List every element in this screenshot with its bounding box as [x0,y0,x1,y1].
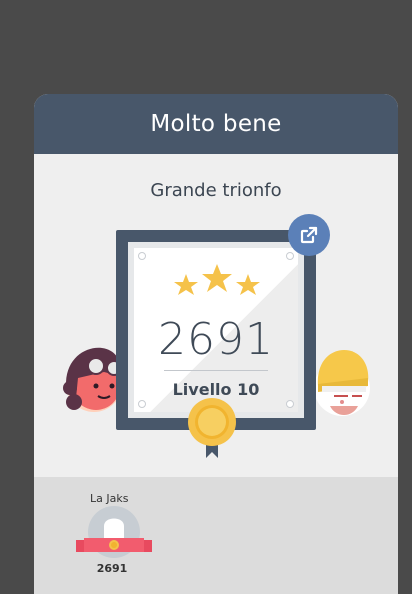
character-left-icon [63,347,122,412]
share-button[interactable] [288,214,330,256]
subtitle: Grande trionfo [150,180,282,201]
corner-dot [286,252,294,260]
trophy-paper: 2691 Livello 10 [134,248,298,412]
player-name: La Jaks [90,492,129,505]
card-header: Molto bene [34,94,398,154]
header-title: Molto bene [150,111,282,137]
player-score: 2691 [96,562,128,575]
corner-dot [138,400,146,408]
stars-icon [174,264,260,295]
character-right-icon [314,350,370,416]
share-icon [300,226,318,244]
trophy-mat: 2691 Livello 10 [128,242,304,418]
divider [164,370,268,371]
player-avatar[interactable] [74,506,154,564]
trophy-score: 2691 [158,314,274,365]
corner-dot [286,400,294,408]
result-card: Molto bene Grande trionfo 2691 Livello 1… [34,94,398,594]
medal-icon [188,398,236,458]
corner-dot [138,252,146,260]
